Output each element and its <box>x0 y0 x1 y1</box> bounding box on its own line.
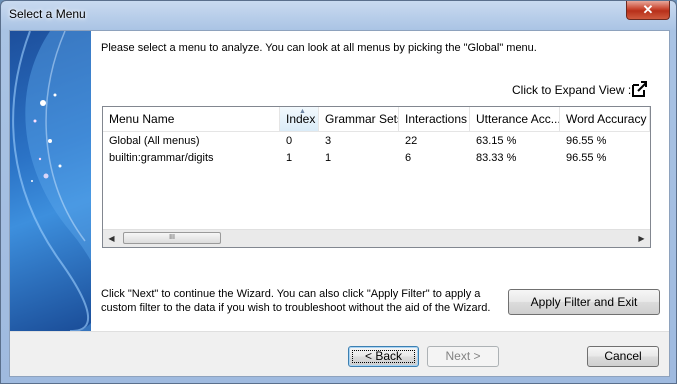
cell-menu-name: builtin:grammar/digits <box>109 152 214 164</box>
close-icon: ✕ <box>642 2 654 17</box>
wizard-banner-image <box>10 31 91 331</box>
grid-header: Menu Name Index Grammar Sets Interaction… <box>103 107 650 132</box>
external-link-icon[interactable] <box>630 80 648 98</box>
cell-menu-name: Global (All menus) <box>109 135 200 147</box>
instructions-text: Please select a menu to analyze. You can… <box>101 42 537 54</box>
dialog-client-area: Please select a menu to analyze. You can… <box>9 30 670 377</box>
next-button[interactable]: Next > <box>427 346 499 367</box>
dialog-window: Select a Menu ✕ Please select a menu to … <box>0 0 677 384</box>
title-bar[interactable]: Select a Menu ✕ <box>1 1 676 29</box>
close-button[interactable]: ✕ <box>626 1 670 20</box>
window-title: Select a Menu <box>9 7 86 21</box>
cell-utterance-accuracy: 83.33 % <box>476 152 517 164</box>
wizard-note-text: Click "Next" to continue the Wizard. You… <box>101 288 491 314</box>
back-button[interactable]: < Back <box>348 346 419 367</box>
column-header-interactions[interactable]: Interactions <box>399 107 470 131</box>
apply-filter-and-exit-button[interactable]: Apply Filter and Exit <box>508 289 660 315</box>
cell-word-accuracy: 96.55 % <box>566 152 607 164</box>
back-button-label: < Back <box>349 347 418 366</box>
scrollbar-thumb[interactable]: III <box>123 232 221 244</box>
scroll-left-icon[interactable]: ◀ <box>103 230 120 247</box>
cell-index: 1 <box>286 152 293 164</box>
cancel-button[interactable]: Cancel <box>587 346 659 367</box>
cell-interactions: 22 <box>405 135 418 147</box>
button-footer <box>10 332 669 376</box>
horizontal-scrollbar[interactable]: ◀ III ▶ <box>103 229 650 247</box>
cell-grammar-sets: 1 <box>325 152 332 164</box>
table-row[interactable]: builtin:grammar/digits 1 1 6 83.33 % 96.… <box>103 150 650 167</box>
cell-utterance-accuracy: 63.15 % <box>476 135 517 147</box>
cell-word-accuracy: 96.55 % <box>566 135 607 147</box>
column-header-menu-name[interactable]: Menu Name <box>103 107 280 131</box>
column-header-utterance-accuracy[interactable]: Utterance Acc... <box>470 107 560 131</box>
cell-interactions: 6 <box>405 152 412 164</box>
column-header-grammar-sets[interactable]: Grammar Sets <box>319 107 399 131</box>
scroll-right-icon[interactable]: ▶ <box>633 230 650 247</box>
cell-index: 0 <box>286 135 293 147</box>
sort-ascending-icon: ▲ <box>299 108 306 115</box>
column-header-word-accuracy[interactable]: Word Accuracy <box>560 107 650 131</box>
cell-grammar-sets: 3 <box>325 135 332 147</box>
banner-artwork <box>12 31 91 331</box>
expand-view-label: Click to Expand View : <box>512 83 632 97</box>
table-row[interactable]: Global (All menus) 0 3 22 63.15 % 96.55 … <box>103 133 650 150</box>
menu-list-grid[interactable]: Menu Name Index Grammar Sets Interaction… <box>102 106 651 248</box>
